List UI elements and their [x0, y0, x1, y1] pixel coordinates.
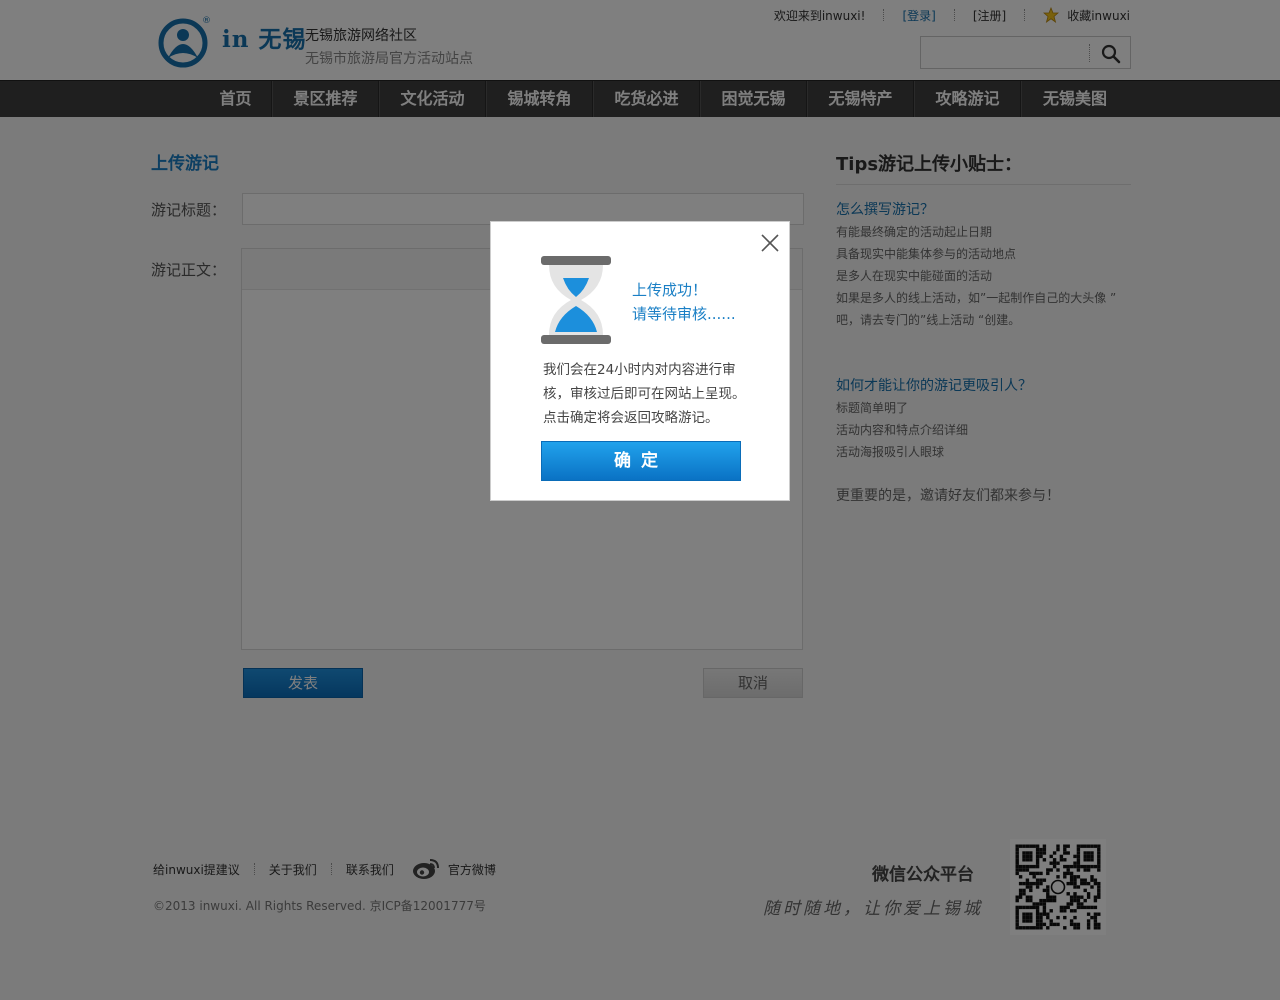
- modal-subtitle: 请等待审核......: [632, 305, 736, 323]
- hourglass-icon: [541, 256, 611, 344]
- modal-message: 我们会在24小时内对内容进行审核，审核过后即可在网站上呈现。点击确定将会返回攻略…: [543, 362, 746, 426]
- modal-title: 上传成功！: [632, 281, 708, 299]
- close-icon[interactable]: [759, 232, 781, 254]
- confirm-button[interactable]: 确定: [541, 441, 741, 481]
- upload-success-dialog: 上传成功！ 请等待审核...... 我们会在24小时内对内容进行审核，审核过后即…: [490, 221, 790, 501]
